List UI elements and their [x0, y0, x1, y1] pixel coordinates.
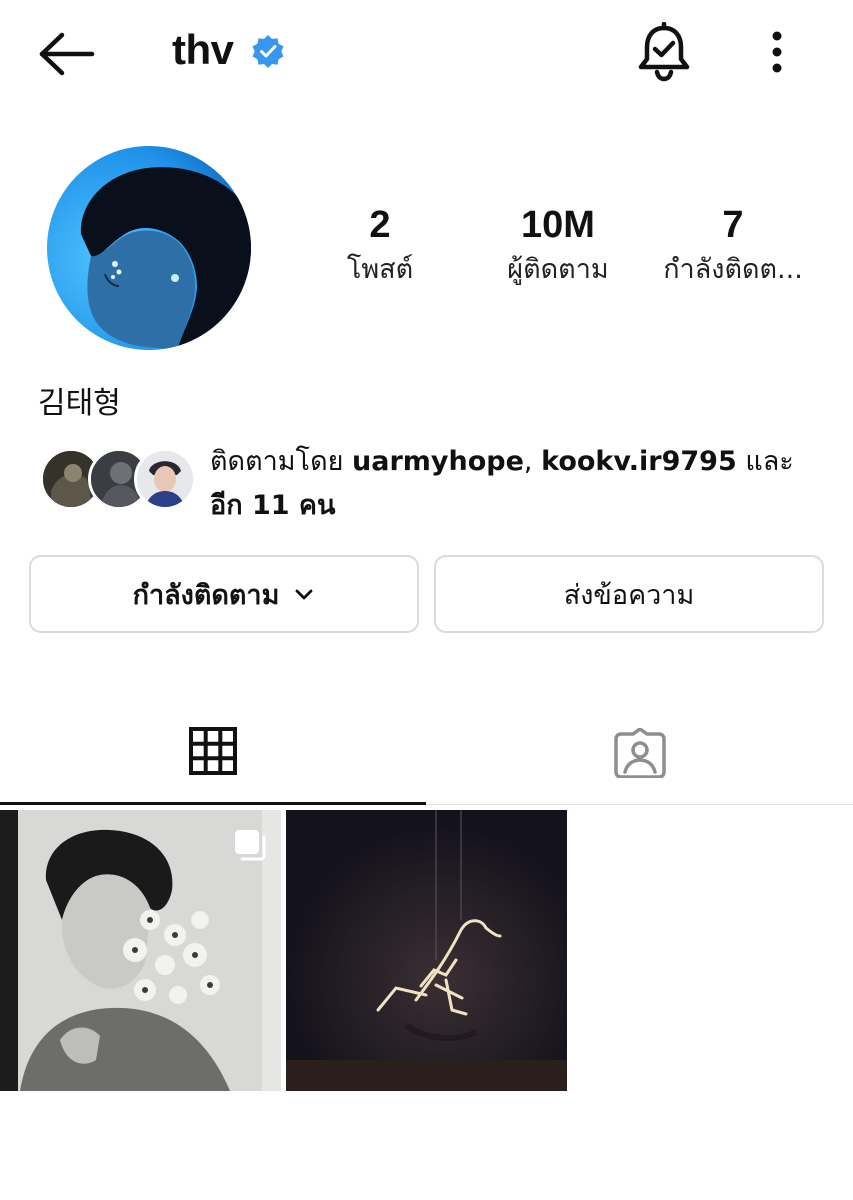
following-button-label: กำลังติดตาม	[132, 579, 280, 611]
tab-posts-grid[interactable]	[0, 700, 426, 805]
tagged-person-icon	[614, 727, 666, 778]
message-button-label: ส่งข้อความ	[563, 579, 695, 611]
posts-stat[interactable]: 2 โพสต์	[320, 200, 440, 290]
post-thumbnail[interactable]	[286, 810, 567, 1091]
profile-avatar[interactable]	[47, 146, 251, 350]
mutual-conjunction: และ	[736, 446, 794, 477]
mutual-followers-avatars[interactable]	[40, 448, 196, 512]
followers-stat[interactable]: 10M ผู้ติดตาม	[488, 200, 628, 290]
mutual-avatar	[134, 448, 196, 510]
profile-full-name: 김태형	[38, 386, 121, 421]
chevron-down-icon	[296, 589, 313, 600]
following-count: 7	[722, 204, 744, 246]
profile-tabs	[0, 700, 853, 805]
verified-badge-icon	[251, 34, 285, 68]
posts-label: โพสต์	[346, 254, 414, 285]
notification-bell-icon[interactable]	[636, 21, 692, 82]
followers-label: ผู้ติดตาม	[507, 254, 609, 285]
following-label: กำลังติดต...	[663, 254, 803, 285]
back-arrow-icon[interactable]	[36, 30, 96, 78]
mutual-prefix: ติดตามโดย	[210, 446, 353, 477]
mutual-followers-text[interactable]: ติดตามโดย uarmyhope, kookv.ir9795 และ อี…	[210, 440, 830, 528]
mutual-others-count[interactable]: อีก 11 คน	[210, 490, 335, 521]
post-thumbnail[interactable]	[0, 810, 281, 1091]
following-button[interactable]: กำลังติดตาม	[29, 555, 419, 633]
grid-icon	[189, 727, 237, 775]
tab-tagged[interactable]	[427, 700, 853, 805]
followers-count: 10M	[521, 204, 595, 246]
following-stat[interactable]: 7 กำลังติดต...	[648, 200, 818, 290]
multiple-images-icon	[235, 830, 266, 861]
mutual-user-link[interactable]: uarmyhope	[352, 446, 524, 477]
mutual-user-link[interactable]: kookv.ir9795	[541, 446, 737, 477]
posts-count: 2	[369, 204, 391, 246]
message-button[interactable]: ส่งข้อความ	[434, 555, 824, 633]
top-bar: thv	[0, 0, 853, 105]
profile-username: thv	[172, 26, 234, 73]
more-options-icon[interactable]	[760, 28, 794, 78]
mutual-separator: ,	[523, 446, 542, 477]
